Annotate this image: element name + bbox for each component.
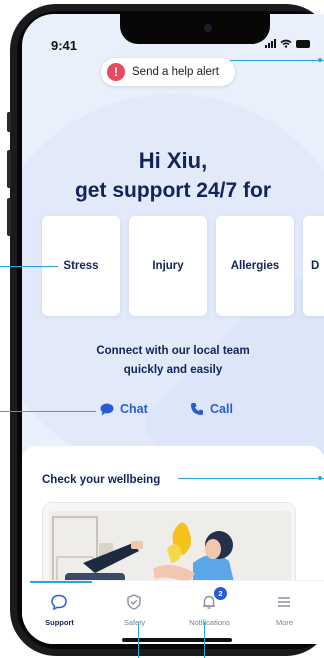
send-help-alert-button[interactable]: ! Send a help alert — [101, 58, 235, 86]
wifi-icon — [280, 39, 292, 48]
callout-line-wellbeing — [178, 478, 324, 479]
callout-line-topics — [0, 266, 58, 267]
callout-line-safety-tab — [138, 622, 139, 658]
topic-card-partial[interactable]: D — [303, 216, 324, 316]
shield-check-icon — [127, 594, 141, 610]
callout-line-help-alert — [230, 60, 324, 61]
battery-icon — [296, 39, 310, 48]
side-button-silent — [7, 112, 11, 132]
chat-icon — [100, 403, 114, 415]
call-button[interactable]: Call — [190, 402, 233, 416]
call-label: Call — [210, 402, 233, 416]
notification-badge: 2 — [214, 587, 227, 600]
topic-card-allergies[interactable]: Allergies — [216, 216, 294, 316]
phone-icon — [191, 403, 203, 415]
tab-label: Support — [45, 618, 74, 627]
greeting-heading: Hi Xiu, — [138, 148, 208, 173]
callout-dot-help-alert — [318, 58, 322, 62]
callout-line-support-tab — [30, 581, 92, 583]
tab-safety[interactable]: Safety — [97, 581, 172, 644]
callout-line-notifications-tab — [204, 622, 205, 658]
app-screen: 9:41 ! Send a help alert Hi Xiu, get sup… — [22, 14, 324, 644]
tab-label: Safety — [123, 618, 146, 627]
topic-label: Stress — [63, 260, 99, 272]
side-button-volume-up — [7, 150, 11, 188]
status-icons — [265, 39, 310, 48]
menu-icon — [278, 597, 290, 607]
bottom-tab-bar: Support Safety 2 Notifications More — [22, 580, 324, 644]
tab-label: Notifications — [189, 618, 230, 627]
greeting-subheading: get support 24/7 for — [74, 179, 272, 202]
callout-line-chat — [0, 411, 96, 412]
topic-label: D — [311, 260, 320, 272]
tab-more[interactable]: More — [247, 581, 322, 644]
chat-bubble-icon — [51, 594, 67, 611]
topic-label: Allergies — [230, 260, 280, 272]
connect-line-2: quickly and easily — [123, 364, 223, 376]
topic-card-injury[interactable]: Injury — [129, 216, 207, 316]
tab-notifications[interactable]: 2 Notifications — [172, 581, 247, 644]
connect-text: Connect with our local team quickly and … — [22, 342, 324, 380]
front-camera — [204, 24, 212, 32]
wellbeing-title: Check your wellbeing — [42, 474, 161, 486]
tab-label: More — [275, 618, 294, 627]
chat-label: Chat — [120, 402, 148, 416]
side-button-volume-down — [7, 198, 11, 236]
help-alert-label: Send a help alert — [132, 66, 219, 78]
signal-icon — [265, 39, 276, 48]
callout-dot-wellbeing — [318, 476, 322, 480]
chat-button[interactable]: Chat — [100, 402, 148, 416]
status-time: 9:41 — [51, 38, 78, 53]
connect-line-1: Connect with our local team — [96, 345, 250, 357]
topic-label: Injury — [152, 260, 184, 272]
tab-support[interactable]: Support — [22, 581, 97, 644]
alert-icon: ! — [107, 63, 125, 81]
phone-notch — [120, 14, 270, 44]
